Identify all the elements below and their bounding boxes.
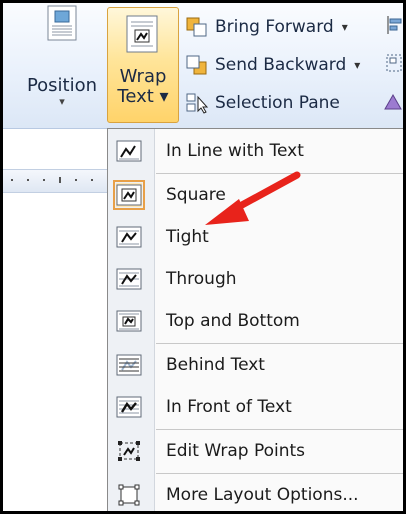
menu-item-through[interactable]: Through <box>108 259 403 299</box>
tight-wrap-icon <box>116 225 142 249</box>
menu-separator <box>156 343 403 344</box>
menu-separator <box>156 473 403 474</box>
align-icon[interactable] <box>385 15 403 35</box>
screenshot-frame: Position ▾ Wrap Text ▾ Bring Forward ▾ S… <box>0 0 406 514</box>
ruler <box>3 169 107 193</box>
menu-item-in-line-with-text[interactable]: In Line with Text <box>108 131 403 171</box>
bring-forward-button[interactable]: Bring Forward ▾ <box>185 11 348 43</box>
wrap-text-icon <box>124 14 162 54</box>
more-layout-options-icon <box>116 483 142 507</box>
inline-with-text-icon <box>116 139 142 163</box>
behind-text-icon <box>116 353 142 377</box>
send-backward-button[interactable]: Send Backward ▾ <box>185 49 360 81</box>
position-icon <box>47 5 77 41</box>
document-area <box>3 129 107 511</box>
menu-separator <box>156 429 403 430</box>
menu-item-behind-text[interactable]: Behind Text <box>108 345 403 385</box>
send-backward-icon <box>185 54 209 76</box>
top-and-bottom-wrap-icon <box>116 309 142 333</box>
through-wrap-icon <box>116 267 142 291</box>
selection-pane-icon <box>185 92 209 114</box>
wrap-text-button[interactable]: Wrap Text ▾ <box>107 7 179 123</box>
menu-item-edit-wrap-points[interactable]: Edit Wrap Points <box>108 431 403 471</box>
chevron-down-icon: ▾ <box>354 58 361 72</box>
group-icon[interactable] <box>385 53 403 73</box>
position-label: Position <box>26 75 98 96</box>
square-wrap-icon <box>113 180 145 210</box>
menu-item-in-front-of-text[interactable]: In Front of Text <box>108 387 403 427</box>
menu-item-more-layout-options[interactable]: More Layout Options... <box>108 475 403 511</box>
edit-wrap-points-icon <box>116 439 142 463</box>
wrap-text-label-line1: Wrap <box>119 66 167 87</box>
ribbon: Position ▾ Wrap Text ▾ Bring Forward ▾ S… <box>3 3 403 129</box>
position-button[interactable]: Position ▾ <box>19 5 105 123</box>
red-arrow-annotation <box>205 171 301 225</box>
selection-pane-button[interactable]: Selection Pane <box>185 87 340 119</box>
bring-forward-icon <box>185 16 209 38</box>
rotate-icon[interactable] <box>383 91 403 111</box>
wrap-text-label-line2: Text ▾ <box>117 86 169 107</box>
in-front-of-text-icon <box>116 395 142 419</box>
chevron-down-icon: ▾ <box>59 95 65 108</box>
chevron-down-icon: ▾ <box>341 20 348 34</box>
menu-item-top-and-bottom[interactable]: Top and Bottom <box>108 301 403 341</box>
